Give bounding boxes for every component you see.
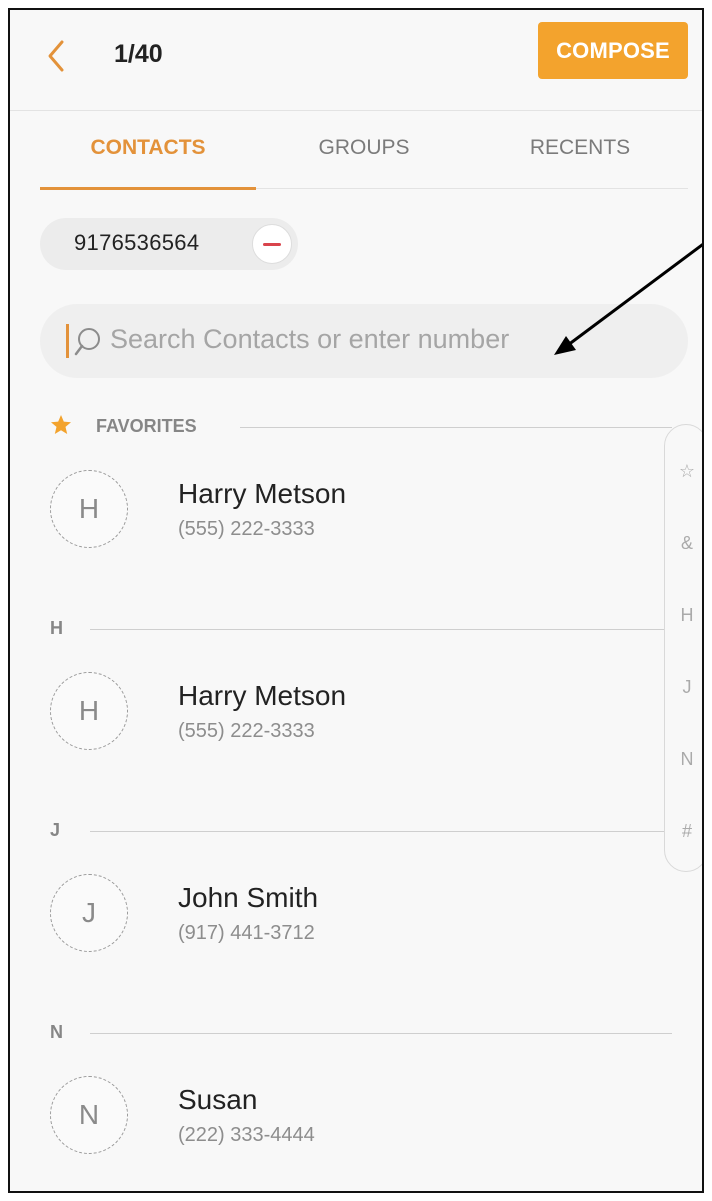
search-icon	[74, 328, 100, 356]
contact-phone: (555) 222-3333	[178, 518, 315, 540]
contact-name: Susan	[178, 1084, 258, 1115]
tab-recents[interactable]: RECENTS	[472, 110, 688, 186]
active-tab-indicator	[40, 187, 256, 190]
compose-button[interactable]: COMPOSE	[538, 22, 688, 79]
tab-contacts[interactable]: CONTACTS	[40, 110, 256, 186]
section-favorites: FAVORITES	[50, 412, 672, 442]
tab-bar: CONTACTS GROUPS RECENTS	[40, 110, 688, 190]
section-divider	[240, 427, 672, 428]
remove-recipient-button[interactable]	[252, 224, 292, 264]
index-j[interactable]: J	[665, 677, 702, 698]
section-label-favorites: FAVORITES	[96, 416, 197, 436]
section-label-j: J	[50, 820, 61, 840]
tab-groups[interactable]: GROUPS	[256, 110, 472, 186]
avatar: H	[50, 470, 128, 548]
index-h[interactable]: H	[665, 605, 702, 626]
contact-phone: (917) 441-3712	[178, 922, 315, 944]
section-label-n: N	[50, 1022, 63, 1042]
avatar: H	[50, 672, 128, 750]
section-divider	[90, 629, 672, 630]
star-icon	[51, 415, 71, 434]
chevron-left-icon	[48, 40, 64, 72]
contact-item[interactable]: J John Smith (917) 441-3712	[50, 864, 652, 964]
index-symbol[interactable]: &	[665, 533, 702, 554]
contact-phone: (555) 222-3333	[178, 720, 315, 742]
contact-phone: (222) 333-4444	[178, 1124, 315, 1146]
contact-item[interactable]: H Harry Metson (555) 222-3333	[50, 662, 652, 762]
text-cursor	[66, 324, 69, 358]
recipient-chip: 9176536564	[40, 218, 298, 270]
contact-name: Harry Metson	[178, 478, 347, 509]
search-placeholder: Search Contacts or enter number	[110, 324, 510, 354]
selection-counter: 1/40	[114, 40, 163, 68]
section-label-h: H	[50, 618, 63, 638]
app-header: 1/40 COMPOSE	[10, 10, 702, 111]
back-button[interactable]	[40, 36, 74, 76]
index-hash[interactable]: #	[665, 821, 702, 842]
index-n[interactable]: N	[665, 749, 702, 770]
section-h: H	[50, 614, 672, 644]
contact-name: Harry Metson	[178, 680, 347, 711]
section-n: N	[50, 1018, 672, 1048]
section-j: J	[50, 816, 672, 846]
avatar: N	[50, 1076, 128, 1154]
search-input[interactable]: Search Contacts or enter number	[40, 304, 688, 378]
phone-screen: 1/40 COMPOSE CONTACTS GROUPS RECENTS 917…	[8, 8, 704, 1193]
section-divider	[90, 1033, 672, 1034]
section-divider	[90, 831, 672, 832]
contact-name: John Smith	[178, 882, 319, 913]
contact-item[interactable]: H Harry Metson (555) 222-3333	[50, 460, 652, 560]
contact-item[interactable]: N Susan (222) 333-4444	[50, 1066, 652, 1166]
recipient-number: 9176536564	[74, 230, 200, 255]
alphabet-index-bar[interactable]: ☆ & H J N #	[664, 424, 702, 872]
index-favorites[interactable]: ☆	[665, 461, 702, 482]
avatar: J	[50, 874, 128, 952]
